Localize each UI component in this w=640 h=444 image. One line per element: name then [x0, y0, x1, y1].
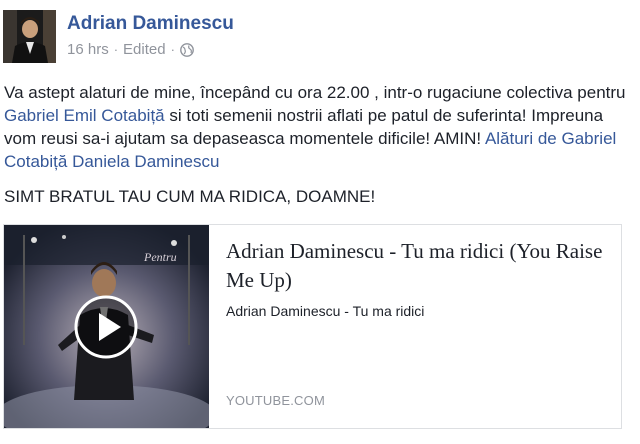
- card-description: Adrian Daminescu - Tu ma ridici: [226, 303, 425, 319]
- tagged-user-daniela[interactable]: Daniela Daminescu: [72, 152, 219, 171]
- post-body: Va astept alaturi de mine, începând cu o…: [4, 81, 638, 208]
- author-name[interactable]: Adrian Daminescu: [67, 13, 234, 35]
- edited-label[interactable]: Edited: [123, 41, 166, 58]
- post-text: Va astept alaturi de mine, începând cu o…: [4, 83, 626, 102]
- post-meta: 16 hrs · Edited ·: [67, 41, 194, 58]
- post-message-line2: SIMT BRATUL TAU CUM MA RIDICA, DOAMNE!: [4, 187, 376, 206]
- meta-separator: ·: [113, 42, 119, 57]
- meta-separator: ·: [170, 42, 175, 57]
- with-label: Alături de: [484, 129, 557, 148]
- tagged-user-gabriel-emil[interactable]: Gabriel Emil Cotabiță: [4, 106, 165, 125]
- card-source: YOUTUBE.COM: [226, 393, 325, 408]
- author-avatar[interactable]: [3, 10, 56, 63]
- video-thumbnail[interactable]: Pentru: [4, 225, 209, 428]
- play-icon[interactable]: [74, 295, 138, 359]
- avatar-photo: [3, 10, 56, 63]
- globe-icon[interactable]: [180, 42, 194, 57]
- post-message: Va astept alaturi de mine, începând cu o…: [4, 81, 638, 173]
- card-info: Adrian Daminescu - Tu ma ridici (You Rai…: [226, 237, 616, 319]
- card-title[interactable]: Adrian Daminescu - Tu ma ridici (You Rai…: [226, 237, 616, 295]
- facebook-post: Adrian Daminescu 16 hrs · Edited · Va as…: [0, 0, 640, 444]
- post-timestamp[interactable]: 16 hrs: [67, 41, 109, 58]
- link-preview-card[interactable]: Pentru Adrian Daminescu - Tu ma ridici (…: [3, 224, 622, 429]
- thumbnail-overlay-text: Pentru: [143, 250, 177, 264]
